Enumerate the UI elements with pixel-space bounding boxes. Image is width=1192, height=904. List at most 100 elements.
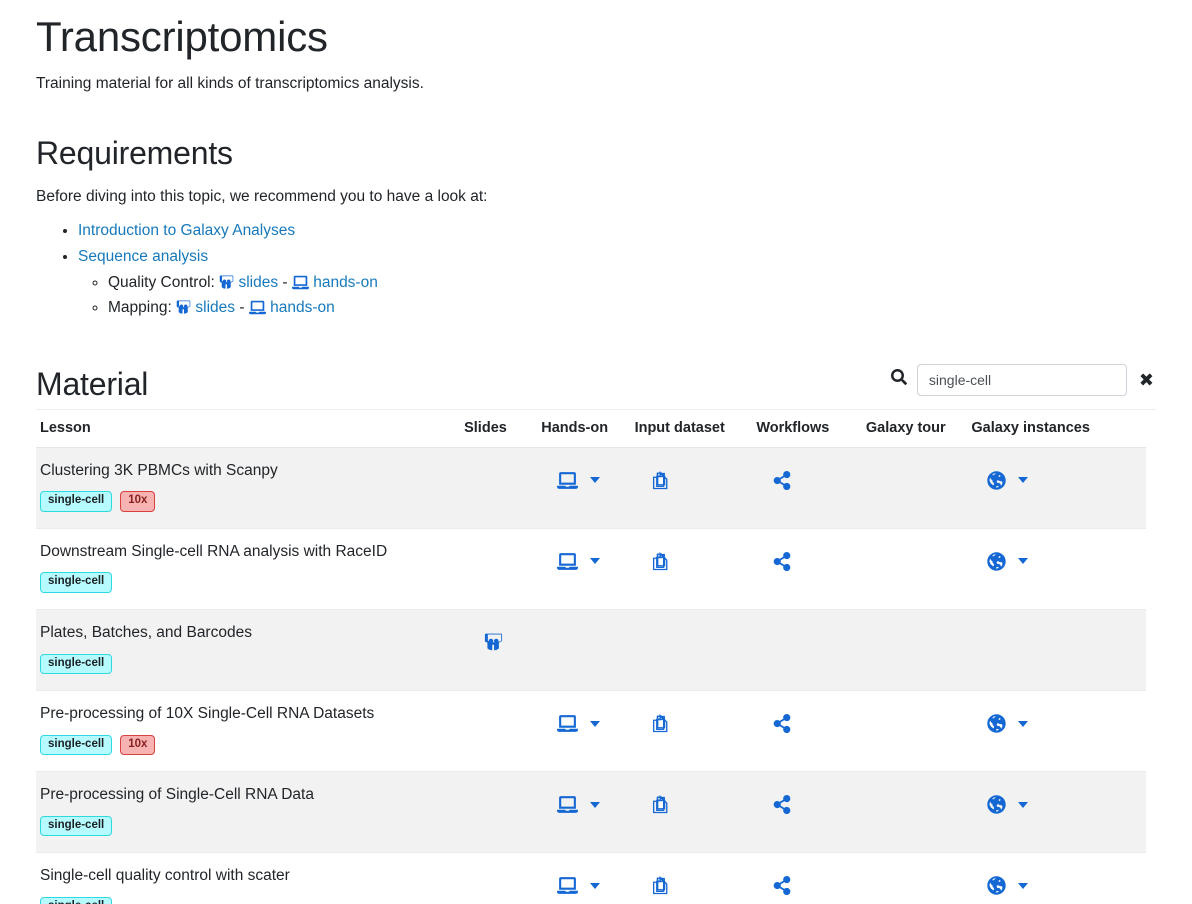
hands-on-link[interactable] xyxy=(541,705,626,733)
workflows-cell xyxy=(752,691,862,772)
slideshare-icon xyxy=(484,633,503,652)
chevron-down-icon[interactable] xyxy=(590,720,601,727)
copy-icon xyxy=(651,713,670,734)
slideshare-icon xyxy=(219,275,234,290)
galaxy-instances-link[interactable] xyxy=(971,705,1142,733)
clear-search-button[interactable]: ✖ xyxy=(1137,371,1156,389)
hands-on-cell xyxy=(537,853,630,904)
lesson-cell: Single-cell quality control with scater s… xyxy=(36,853,460,904)
laptop-icon xyxy=(557,471,579,490)
chevron-down-icon[interactable] xyxy=(590,477,601,484)
column-header-galaxy-tour[interactable]: Galaxy tour xyxy=(861,409,968,448)
column-header-input-dataset[interactable]: Input dataset xyxy=(630,409,753,448)
column-header-galaxy-instances[interactable]: Galaxy instances xyxy=(967,409,1146,448)
lesson-title[interactable]: Plates, Batches, and Barcodes xyxy=(40,624,456,643)
galaxy-instances-cell xyxy=(967,609,1146,690)
table-row: Clustering 3K PBMCs with Scanpy single-ce… xyxy=(36,447,1146,529)
material-search: ✖ xyxy=(890,363,1156,403)
chevron-down-icon[interactable] xyxy=(590,558,601,565)
workflows-link[interactable] xyxy=(756,867,858,896)
chevron-down-icon[interactable] xyxy=(1018,558,1029,565)
workflows-link[interactable] xyxy=(756,705,858,734)
galaxy-instances-link[interactable] xyxy=(971,786,1142,814)
material-header-bar: Material ✖ xyxy=(36,363,1156,410)
tag-badge[interactable]: single-cell xyxy=(40,815,113,837)
quality-control-slides-link[interactable]: slides xyxy=(219,274,278,291)
lesson-cell: Plates, Batches, and Barcodes single-cell xyxy=(36,609,460,690)
hands-on-link[interactable] xyxy=(541,786,626,814)
list-item: Sequence analysis Quality Control: slide… xyxy=(78,245,1156,320)
input-dataset-cell xyxy=(631,772,753,853)
mapping-hands-on-link[interactable]: hands-on xyxy=(248,299,335,316)
tag-badge[interactable]: single-cell xyxy=(40,734,113,756)
input-dataset-cell xyxy=(631,853,753,904)
list-item: Mapping: slides - hands-on xyxy=(108,296,1156,320)
table-row: Downstream Single-cell RNA analysis with… xyxy=(36,528,1146,610)
search-input[interactable] xyxy=(916,363,1127,396)
copy-icon xyxy=(651,551,670,572)
chevron-down-icon[interactable] xyxy=(1018,801,1029,808)
hands-on-link[interactable] xyxy=(541,543,626,571)
chevron-down-icon[interactable] xyxy=(1018,882,1029,889)
slides-link[interactable] xyxy=(464,624,533,652)
tag-badge[interactable]: 10x xyxy=(120,491,156,512)
lesson-cell: Downstream Single-cell RNA analysis with… xyxy=(36,528,460,609)
galaxy-instances-cell xyxy=(967,772,1146,853)
laptop-icon xyxy=(248,300,266,315)
tag-list: single-cell xyxy=(40,572,456,593)
share-icon xyxy=(772,876,792,896)
slides-link-label: slides xyxy=(195,298,236,316)
tag-badge[interactable]: 10x xyxy=(120,734,156,756)
mapping-slides-link[interactable]: slides xyxy=(176,299,235,316)
column-header-workflows[interactable]: Workflows xyxy=(752,409,862,448)
galaxy-instances-cell xyxy=(967,691,1146,772)
slides-cell xyxy=(460,609,537,690)
lesson-cell: Clustering 3K PBMCs with Scanpy single-ce… xyxy=(36,447,460,528)
laptop-icon xyxy=(291,275,309,290)
galaxy-instances-link[interactable] xyxy=(971,462,1142,490)
column-header-lesson[interactable]: Lesson xyxy=(36,409,461,448)
chevron-down-icon[interactable] xyxy=(590,801,601,808)
lesson-title[interactable]: Pre-processing of 10X Single-Cell RNA Da… xyxy=(40,705,456,724)
workflows-cell xyxy=(752,609,862,690)
galaxy-instances-link[interactable] xyxy=(971,867,1142,895)
hands-on-link[interactable] xyxy=(541,462,626,490)
tag-badge[interactable]: single-cell xyxy=(40,572,113,593)
workflows-link[interactable] xyxy=(756,543,858,571)
tag-badge[interactable]: single-cell xyxy=(40,653,113,675)
input-dataset-cell xyxy=(631,447,753,528)
galaxy-tour-cell xyxy=(862,447,968,528)
lesson-title[interactable]: Pre-processing of Single-Cell RNA Data xyxy=(40,786,456,805)
tag-badge[interactable]: single-cell xyxy=(40,491,113,512)
input-dataset-link[interactable] xyxy=(635,705,749,734)
column-header-slides[interactable]: Slides xyxy=(460,409,538,448)
galaxy-instances-link[interactable] xyxy=(971,543,1142,571)
requirement-link-intro-galaxy[interactable]: Introduction to Galaxy Analyses xyxy=(78,222,295,239)
lesson-title[interactable]: Single-cell quality control with scater xyxy=(40,867,456,886)
globe-icon xyxy=(987,471,1007,490)
chevron-down-icon[interactable] xyxy=(1018,477,1029,484)
workflows-link[interactable] xyxy=(756,462,858,490)
hands-on-link[interactable] xyxy=(541,867,626,895)
lesson-title[interactable]: Downstream Single-cell RNA analysis with… xyxy=(40,543,456,562)
page-root: Transcriptomics Training material for al… xyxy=(0,13,1192,904)
requirements-heading: Requirements xyxy=(36,135,233,172)
chevron-down-icon[interactable] xyxy=(590,882,601,889)
list-item: Quality Control: slides - hands-on xyxy=(108,271,1156,295)
table-row: Plates, Batches, and Barcodes single-cell xyxy=(36,609,1146,691)
globe-icon xyxy=(987,876,1007,895)
input-dataset-link[interactable] xyxy=(635,786,749,815)
globe-icon xyxy=(987,714,1007,733)
lesson-cell: Pre-processing of 10X Single-Cell RNA Da… xyxy=(36,691,460,772)
workflows-link[interactable] xyxy=(756,786,858,815)
requirement-link-sequence-analysis[interactable]: Sequence analysis xyxy=(78,248,208,265)
slides-cell xyxy=(460,528,537,609)
column-header-hands-on[interactable]: Hands-on xyxy=(537,409,631,448)
lesson-title[interactable]: Clustering 3K PBMCs with Scanpy xyxy=(40,462,456,481)
input-dataset-link[interactable] xyxy=(635,462,749,491)
input-dataset-link[interactable] xyxy=(635,867,749,896)
input-dataset-link[interactable] xyxy=(635,543,749,572)
quality-control-hands-on-link[interactable]: hands-on xyxy=(291,274,378,291)
tag-badge[interactable]: single-cell xyxy=(40,896,113,904)
chevron-down-icon[interactable] xyxy=(1018,720,1029,727)
